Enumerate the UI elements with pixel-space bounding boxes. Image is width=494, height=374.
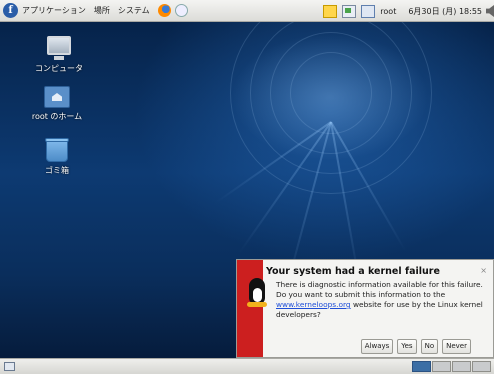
firefox-launcher-icon[interactable] xyxy=(157,4,171,17)
notes-icon[interactable] xyxy=(323,4,338,18)
show-desktop-icon[interactable] xyxy=(4,362,15,371)
tux-penguin-icon xyxy=(246,278,268,308)
desktop-icon-label: コンピュータ xyxy=(35,64,83,73)
home-folder-icon xyxy=(44,86,70,108)
notification-accent-stripe xyxy=(237,260,263,357)
notification-title: Your system had a kernel failure xyxy=(266,266,440,277)
trash-icon xyxy=(45,138,69,162)
fedora-logo-icon[interactable]: f xyxy=(3,3,18,18)
applications-menu[interactable]: アプリケーション xyxy=(22,5,86,16)
close-icon[interactable]: × xyxy=(480,266,487,275)
always-button[interactable]: Always xyxy=(360,339,394,354)
computer-icon xyxy=(47,36,71,60)
user-name[interactable]: root xyxy=(380,7,396,16)
desktop-icon-label: ゴミ箱 xyxy=(45,166,69,175)
workspace-2[interactable] xyxy=(432,361,451,372)
desktop-icon-trash[interactable]: ゴミ箱 xyxy=(22,136,92,176)
bottom-panel xyxy=(0,358,494,374)
desktop-icon-home[interactable]: root のホーム xyxy=(22,86,92,122)
notification-message: There is diagnostic information availabl… xyxy=(276,280,486,320)
clock[interactable]: 6月30日 (月) 18:55 xyxy=(408,6,482,17)
desktop-icon-label: root のホーム xyxy=(31,112,83,121)
wallpaper-swirl xyxy=(230,22,432,194)
no-button[interactable]: No xyxy=(420,339,439,354)
kerneloops-link[interactable]: www.kerneloops.org xyxy=(276,300,351,309)
desktop-icon-computer[interactable]: コンピュータ xyxy=(24,36,94,74)
workspace-3[interactable] xyxy=(452,361,471,372)
network-icon[interactable] xyxy=(361,4,376,18)
top-panel: f アプリケーション 場所 システム root 6月30日 (月) 18:55 xyxy=(0,0,494,22)
notification-buttons: Always Yes No Never xyxy=(357,339,471,354)
workspace-4[interactable] xyxy=(472,361,491,372)
update-notifier-icon[interactable] xyxy=(342,4,357,18)
help-launcher-icon[interactable] xyxy=(174,4,188,17)
yes-button[interactable]: Yes xyxy=(397,339,417,354)
system-tray: root 6月30日 (月) 18:55 xyxy=(323,0,494,22)
kernel-failure-notification: Your system had a kernel failure × There… xyxy=(236,259,494,358)
system-menu[interactable]: システム xyxy=(118,5,150,16)
notification-text: There is diagnostic information availabl… xyxy=(276,280,483,299)
workspace-1[interactable] xyxy=(412,361,431,372)
never-button[interactable]: Never xyxy=(442,339,471,354)
places-menu[interactable]: 場所 xyxy=(94,5,110,16)
volume-icon[interactable] xyxy=(486,5,494,17)
